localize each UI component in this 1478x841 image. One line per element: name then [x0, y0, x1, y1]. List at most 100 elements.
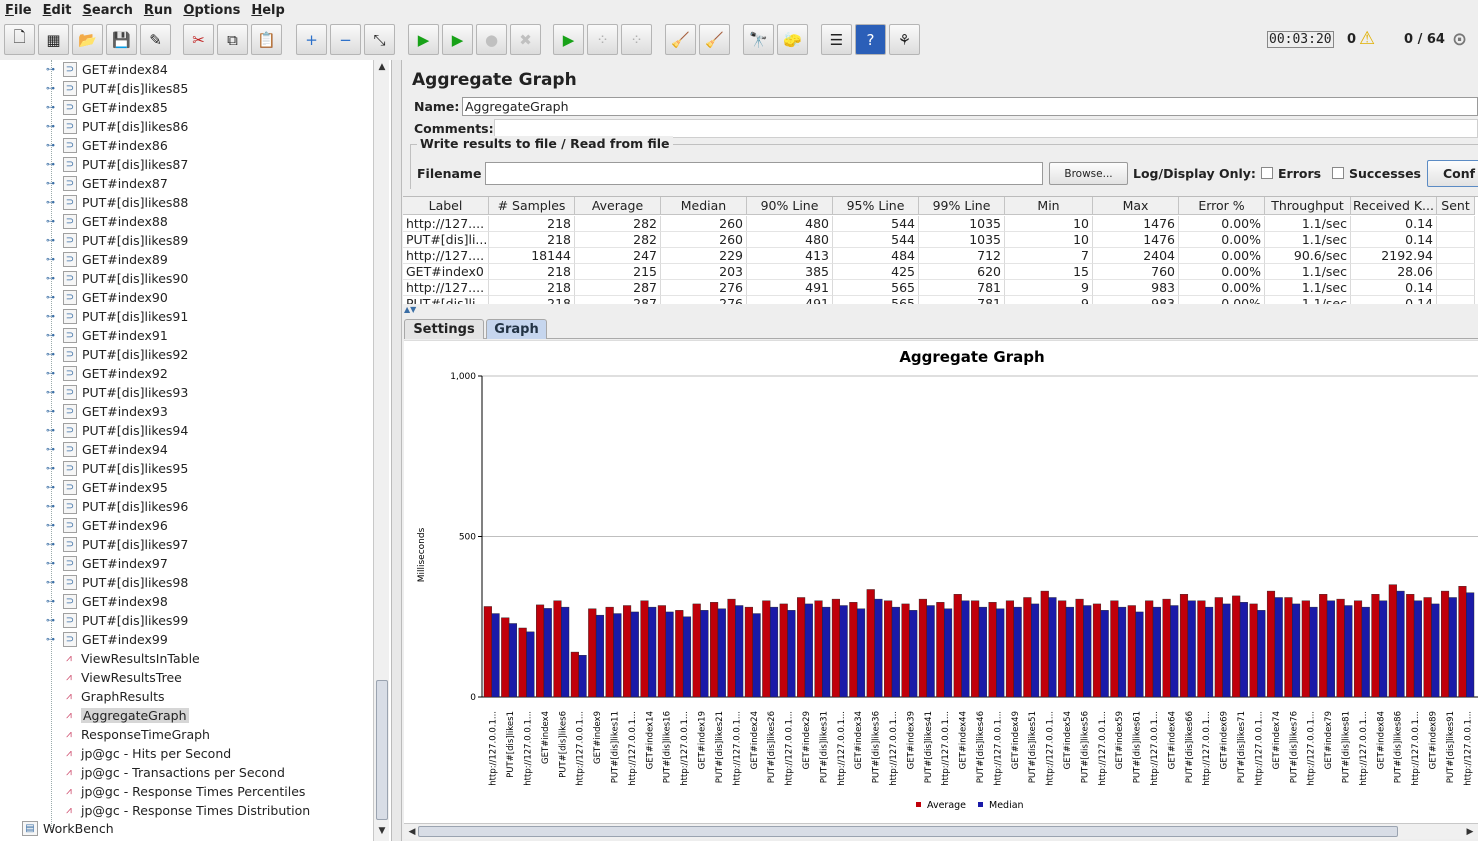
table-cell[interactable]: 276 — [661, 280, 747, 296]
menu-run[interactable]: Run — [139, 3, 179, 18]
tree-item[interactable]: ⩘ ResponseTimeGraph — [62, 725, 210, 744]
clear-all-button[interactable]: 🧹 — [699, 24, 730, 55]
tree-item[interactable]: ⩘ ViewResultsInTable — [62, 649, 200, 668]
expand-handle-icon[interactable]: ⊶ — [46, 483, 56, 493]
table-cell[interactable]: 1.1/sec — [1265, 232, 1351, 248]
name-field[interactable]: AggregateGraph — [462, 97, 1478, 116]
stop-button[interactable]: ● — [476, 24, 507, 55]
tree-item[interactable]: ⩘ ViewResultsTree — [62, 668, 182, 687]
expand-handle-icon[interactable]: ⊶ — [46, 502, 56, 512]
table-cell[interactable]: 491 — [747, 280, 833, 296]
remote-stop-button[interactable]: ⁘ — [587, 24, 618, 55]
table-cell[interactable]: 544 — [833, 232, 919, 248]
tree-item[interactable]: ⊶ ⊃ PUT#[dis]likes91 — [46, 307, 188, 326]
expand-handle-icon[interactable]: ⊶ — [46, 198, 56, 208]
browse-button[interactable]: Browse... — [1049, 162, 1128, 185]
tree-item[interactable]: ⊶ ⊃ GET#index98 — [46, 592, 168, 611]
table-cell[interactable]: 0.14 — [1351, 232, 1437, 248]
tab-settings[interactable]: Settings — [404, 319, 484, 339]
remote-start-button[interactable]: ▶ — [553, 24, 584, 55]
tree-item[interactable]: ⊶ ⊃ PUT#[dis]likes95 — [46, 459, 188, 478]
tree-item[interactable]: ⊶ ⊃ PUT#[dis]likes90 — [46, 269, 188, 288]
remote-shutdown-button[interactable]: ⁘ — [621, 24, 652, 55]
table-cell[interactable]: 10 — [1005, 232, 1093, 248]
table-cell[interactable]: 1.1/sec — [1265, 264, 1351, 280]
column-header[interactable]: Received K... — [1351, 197, 1437, 215]
tree-item[interactable]: ⊶ ⊃ GET#index96 — [46, 516, 168, 535]
table-cell[interactable]: 203 — [661, 264, 747, 280]
expand-handle-icon[interactable]: ⊶ — [46, 122, 56, 132]
expand-button[interactable]: + — [296, 24, 327, 55]
table-row-label[interactable]: PUT#[dis]li... — [403, 296, 489, 304]
table-cell[interactable]: 1476 — [1093, 232, 1179, 248]
table-cell[interactable]: 712 — [919, 248, 1005, 264]
expand-handle-icon[interactable]: ⊶ — [46, 540, 56, 550]
tree-item[interactable]: ⊶ ⊃ GET#index85 — [46, 98, 168, 117]
table-cell[interactable]: 0.14 — [1351, 216, 1437, 232]
tree-item[interactable]: ⊶ ⊃ GET#index94 — [46, 440, 168, 459]
table-cell[interactable]: 0.00% — [1179, 280, 1265, 296]
column-header[interactable]: 99% Line — [919, 197, 1005, 215]
table-cell[interactable]: 260 — [661, 216, 747, 232]
table-cell[interactable]: 2404 — [1093, 248, 1179, 264]
table-cell[interactable] — [1437, 264, 1475, 280]
tree-item[interactable]: ⊶ ⊃ GET#index99 — [46, 630, 168, 649]
tree-scroll-thumb[interactable] — [376, 680, 388, 820]
table-cell[interactable]: 0.00% — [1179, 248, 1265, 264]
table-cell[interactable]: 287 — [575, 280, 661, 296]
reset-search-button[interactable]: 🧽 — [777, 24, 808, 55]
tree-item[interactable]: ⊶ ⊃ GET#index86 — [46, 136, 168, 155]
table-cell[interactable]: 247 — [575, 248, 661, 264]
table-cell[interactable]: 491 — [747, 296, 833, 304]
expand-handle-icon[interactable]: ⊶ — [46, 597, 56, 607]
expand-handle-icon[interactable]: ⊶ — [46, 217, 56, 227]
search-button[interactable]: 🔭 — [743, 24, 774, 55]
log-viewer-button[interactable]: ⚘ — [889, 24, 920, 55]
new-button[interactable]: 🗋 — [4, 24, 35, 55]
table-cell[interactable]: 480 — [747, 232, 833, 248]
tab-graph[interactable]: Graph — [486, 319, 547, 339]
tree-item[interactable]: ⊶ ⊃ GET#index89 — [46, 250, 168, 269]
table-row-label[interactable]: http://127.... — [403, 248, 489, 264]
filename-input[interactable] — [485, 162, 1043, 185]
errors-checkbox[interactable] — [1261, 167, 1273, 179]
expand-handle-icon[interactable]: ⊶ — [46, 445, 56, 455]
expand-handle-icon[interactable]: ⊶ — [46, 179, 56, 189]
tree-item[interactable]: ⩘ jp@gc - Response Times Percentiles — [62, 782, 305, 801]
tree-item[interactable]: ⊶ ⊃ GET#index88 — [46, 212, 168, 231]
open-button[interactable]: 📂 — [72, 24, 103, 55]
scroll-right-icon[interactable]: ▶ — [1462, 825, 1478, 839]
scroll-down-icon[interactable]: ▼ — [374, 824, 390, 838]
expand-handle-icon[interactable]: ⊶ — [46, 103, 56, 113]
expand-handle-icon[interactable]: ⊶ — [46, 521, 56, 531]
tree-item[interactable]: ⊶ ⊃ GET#index91 — [46, 326, 168, 345]
table-cell[interactable]: 1476 — [1093, 216, 1179, 232]
table-cell[interactable]: 218 — [489, 264, 575, 280]
expand-handle-icon[interactable]: ⊶ — [46, 236, 56, 246]
column-header[interactable]: # Samples — [489, 197, 575, 215]
table-cell[interactable]: 9 — [1005, 280, 1093, 296]
table-cell[interactable]: 215 — [575, 264, 661, 280]
table-cell[interactable]: 425 — [833, 264, 919, 280]
tree-item[interactable]: ⩘ AggregateGraph — [62, 706, 189, 725]
table-cell[interactable]: 282 — [575, 232, 661, 248]
menu-file[interactable]: File — [0, 3, 38, 18]
templates-button[interactable]: ▦ — [38, 24, 69, 55]
table-cell[interactable]: 781 — [919, 296, 1005, 304]
save-as-button[interactable]: ✎ — [140, 24, 171, 55]
table-row-label[interactable]: PUT#[dis]li... — [403, 232, 489, 248]
expand-handle-icon[interactable]: ⊶ — [46, 255, 56, 265]
menu-edit[interactable]: Edit — [38, 3, 78, 18]
table-cell[interactable]: 781 — [919, 280, 1005, 296]
expand-handle-icon[interactable]: ⊶ — [46, 464, 56, 474]
table-cell[interactable]: 260 — [661, 232, 747, 248]
table-cell[interactable] — [1437, 280, 1475, 296]
menu-options[interactable]: Options — [178, 3, 246, 18]
column-header[interactable]: Average — [575, 197, 661, 215]
table-cell[interactable]: 565 — [833, 280, 919, 296]
table-cell[interactable]: 1.1/sec — [1265, 296, 1351, 304]
table-cell[interactable]: 1035 — [919, 216, 1005, 232]
clear-button[interactable]: 🧹 — [665, 24, 696, 55]
table-cell[interactable]: 7 — [1005, 248, 1093, 264]
table-cell[interactable]: 0.00% — [1179, 232, 1265, 248]
